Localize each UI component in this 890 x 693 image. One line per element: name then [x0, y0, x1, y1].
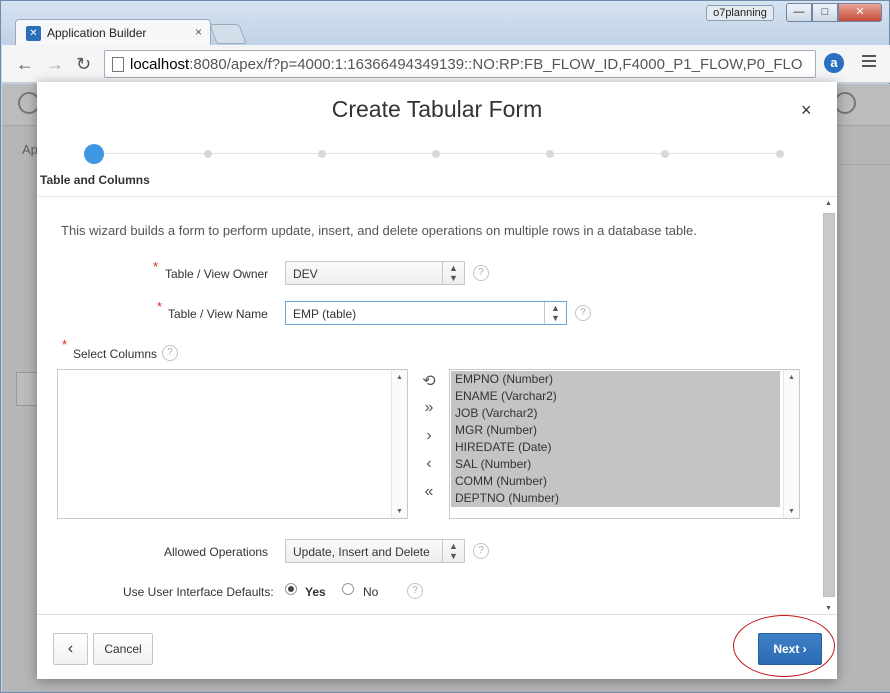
- apex-favicon-icon: ✕: [26, 26, 41, 41]
- scroll-up-icon[interactable]: ▲: [396, 374, 403, 381]
- help-icon[interactable]: ?: [162, 345, 178, 361]
- wizard-step-4: [432, 150, 440, 158]
- tab-title: Application Builder: [47, 26, 147, 40]
- list-item[interactable]: EMPNO (Number): [451, 371, 780, 388]
- owner-select[interactable]: DEV ▲ ▼: [285, 261, 465, 285]
- help-icon[interactable]: ?: [407, 583, 423, 599]
- new-tab-button[interactable]: [209, 24, 247, 44]
- browser-tab[interactable]: ✕ Application Builder ×: [15, 19, 211, 46]
- ui-defaults-no-label[interactable]: No: [363, 585, 378, 599]
- wizard-step-2: [204, 150, 212, 158]
- dialog-close-icon[interactable]: ×: [801, 100, 812, 121]
- minimize-button[interactable]: —: [786, 3, 812, 22]
- available-columns-list[interactable]: ▲ ▼: [57, 369, 408, 519]
- maximize-button[interactable]: □: [812, 3, 838, 22]
- wizard-step-6: [661, 150, 669, 158]
- dialog-body-scrollbar[interactable]: ▲ ▼: [821, 197, 837, 615]
- list-item[interactable]: COMM (Number): [451, 473, 780, 490]
- ui-defaults-label: Use User Interface Defaults:: [123, 585, 274, 599]
- list-item[interactable]: SAL (Number): [451, 456, 780, 473]
- tab-close-icon[interactable]: ×: [195, 25, 202, 39]
- move-left-icon[interactable]: ‹: [421, 455, 437, 473]
- reset-icon[interactable]: ⟲: [421, 371, 437, 391]
- owner-value: DEV: [293, 267, 318, 281]
- chevron-updown-icon: ▲ ▼: [442, 262, 464, 284]
- help-icon[interactable]: ?: [473, 265, 489, 281]
- url-host: localhost: [130, 56, 190, 73]
- wizard-intro-text: This wizard builds a form to perform upd…: [61, 223, 697, 238]
- operations-label: Allowed Operations: [164, 545, 269, 559]
- page-icon: [112, 57, 124, 72]
- move-right-icon[interactable]: ›: [421, 427, 437, 445]
- selected-list-scrollbar[interactable]: ▲ ▼: [783, 370, 799, 518]
- move-all-left-icon[interactable]: «: [421, 483, 437, 501]
- table-name-value: EMP (table): [293, 307, 357, 321]
- scrollbar-thumb[interactable]: [823, 213, 835, 597]
- dialog-footer: ‹ Cancel Next ›: [37, 614, 837, 679]
- scroll-down-icon[interactable]: ▼: [825, 605, 832, 612]
- ui-defaults-yes-label[interactable]: Yes: [305, 585, 326, 599]
- selected-columns-list[interactable]: EMPNO (Number) ENAME (Varchar2) JOB (Var…: [449, 369, 800, 519]
- profile-badge[interactable]: o7planning: [706, 5, 774, 21]
- back-arrow-icon[interactable]: ←: [16, 54, 34, 75]
- url-path: :8080/apex/f?p=4000:1:16366494349139::NO…: [189, 56, 803, 73]
- list-item[interactable]: JOB (Varchar2): [451, 405, 780, 422]
- list-item[interactable]: DEPTNO (Number): [451, 490, 780, 507]
- create-tabular-form-dialog: Create Tabular Form × Table and Columns …: [37, 82, 837, 679]
- highlight-annotation-ring: [733, 615, 835, 677]
- chevron-updown-icon: ▲ ▼: [544, 302, 566, 324]
- wizard-step-label: Table and Columns: [40, 173, 150, 187]
- previous-button[interactable]: ‹: [53, 633, 88, 665]
- ui-defaults-no-radio[interactable]: [342, 583, 354, 595]
- extension-icon[interactable]: a: [824, 53, 844, 73]
- browser-titlebar: ✕ Application Builder × o7planning — □ ✕: [1, 1, 889, 46]
- owner-label: Table / View Owner: [165, 267, 269, 281]
- move-all-right-icon[interactable]: »: [421, 399, 437, 417]
- wizard-step-3: [318, 150, 326, 158]
- hamburger-menu-icon[interactable]: [862, 55, 876, 70]
- cancel-button[interactable]: Cancel: [93, 633, 153, 665]
- operations-value: Update, Insert and Delete: [293, 545, 430, 559]
- forward-arrow-icon[interactable]: →: [46, 54, 64, 75]
- operations-select[interactable]: Update, Insert and Delete ▲ ▼: [285, 539, 465, 563]
- table-name-label: Table / View Name: [168, 307, 268, 321]
- browser-toolbar: ← → ↻ localhost:8080/apex/f?p=4000:1:163…: [2, 45, 890, 83]
- chevron-updown-icon: ▲ ▼: [442, 540, 464, 562]
- wizard-step-7: [776, 150, 784, 158]
- url-text[interactable]: localhost:8080/apex/f?p=4000:1:163664943…: [130, 56, 810, 73]
- reload-icon[interactable]: ↻: [76, 54, 91, 75]
- ui-defaults-yes-radio[interactable]: [285, 583, 297, 595]
- window-close-button[interactable]: ✕: [838, 3, 882, 22]
- scroll-down-icon[interactable]: ▼: [788, 508, 795, 515]
- required-marker: *: [153, 259, 159, 274]
- list-item[interactable]: ENAME (Varchar2): [451, 388, 780, 405]
- list-item[interactable]: HIREDATE (Date): [451, 439, 780, 456]
- scroll-up-icon[interactable]: ▲: [788, 374, 795, 381]
- address-bar[interactable]: localhost:8080/apex/f?p=4000:1:163664943…: [104, 50, 816, 78]
- scroll-up-icon[interactable]: ▲: [825, 200, 832, 207]
- table-name-select[interactable]: EMP (table) ▲ ▼: [285, 301, 567, 325]
- available-list-scrollbar[interactable]: ▲ ▼: [391, 370, 407, 518]
- help-icon[interactable]: ?: [575, 305, 591, 321]
- required-marker: *: [62, 337, 68, 352]
- dialog-title: Create Tabular Form: [331, 96, 543, 122]
- scroll-down-icon[interactable]: ▼: [396, 508, 403, 515]
- help-icon[interactable]: ?: [473, 543, 489, 559]
- columns-label: Select Columns: [73, 347, 158, 361]
- required-marker: *: [157, 299, 163, 314]
- wizard-step-1: [84, 144, 104, 164]
- list-item[interactable]: MGR (Number): [451, 422, 780, 439]
- wizard-step-5: [546, 150, 554, 158]
- dialog-body: This wizard builds a form to perform upd…: [37, 196, 837, 615]
